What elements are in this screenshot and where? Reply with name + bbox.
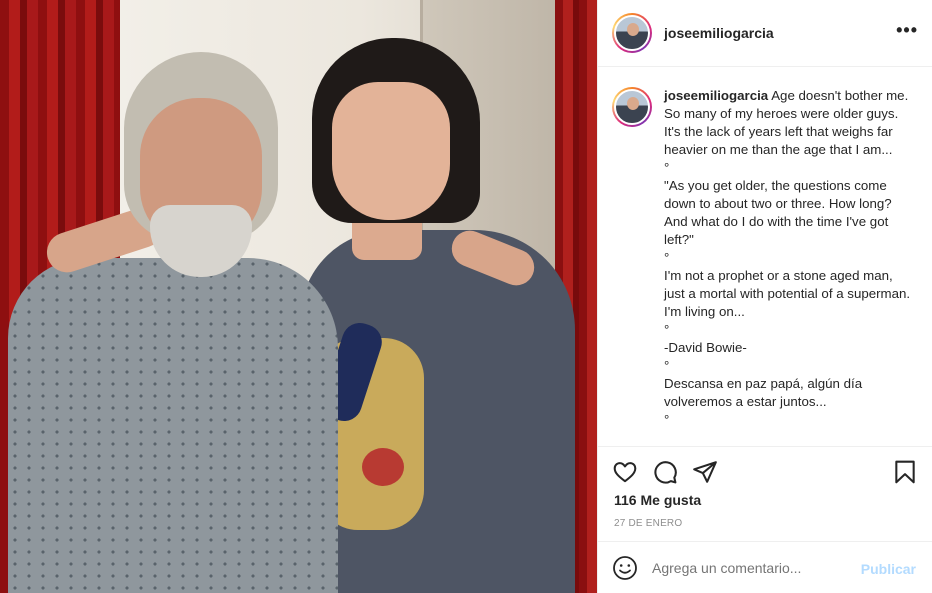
caption-username[interactable]: joseemiliogarcia	[664, 88, 768, 103]
man-shirt	[8, 258, 338, 593]
avatar[interactable]	[612, 13, 652, 53]
boy-face	[332, 82, 450, 220]
caption-area: joseemiliogarcia Age doesn't bother me. …	[598, 68, 932, 446]
caption-line: °	[664, 358, 670, 373]
emoji-icon[interactable]	[612, 555, 638, 581]
post-date[interactable]: 27 DE ENERO	[614, 518, 682, 529]
caption-avatar[interactable]	[612, 87, 652, 127]
header-username[interactable]: joseemiliogarcia	[664, 25, 774, 41]
comment-icon[interactable]	[652, 459, 678, 485]
likes-count[interactable]: 116 Me gusta	[614, 492, 701, 508]
heart-icon[interactable]	[612, 459, 638, 485]
share-icon[interactable]	[692, 459, 718, 485]
post-side-panel: joseemiliogarcia ••• joseemiliogarcia Ag…	[597, 0, 932, 593]
comment-input[interactable]	[652, 559, 842, 576]
publish-button[interactable]: Publicar	[861, 561, 916, 577]
caption-line: °	[664, 160, 670, 175]
caption-line: -David Bowie-	[664, 340, 747, 355]
caption-text: joseemiliogarcia Age doesn't bother me. …	[664, 87, 914, 446]
avatar-image	[614, 15, 650, 51]
shirt-rose	[362, 448, 404, 486]
comment-bar: Publicar	[598, 541, 932, 593]
caption-line: °	[664, 322, 670, 337]
caption-line: joseemiliogarcia Age doesn't bother me. …	[664, 87, 914, 159]
caption-line: °	[664, 412, 670, 427]
more-options-icon[interactable]: •••	[896, 21, 918, 39]
post-header: joseemiliogarcia •••	[598, 0, 932, 67]
avatar-image	[614, 89, 650, 125]
action-bar	[598, 446, 932, 494]
caption-line: "As you get older, the questions come do…	[664, 178, 892, 247]
post-photo[interactable]	[0, 0, 597, 593]
caption-line: I'm not a prophet or a stone aged man, j…	[664, 268, 911, 319]
caption-line: °	[664, 250, 670, 265]
caption-line: Descansa en paz papá, algún día volverem…	[664, 376, 863, 409]
bookmark-icon[interactable]	[892, 459, 918, 485]
